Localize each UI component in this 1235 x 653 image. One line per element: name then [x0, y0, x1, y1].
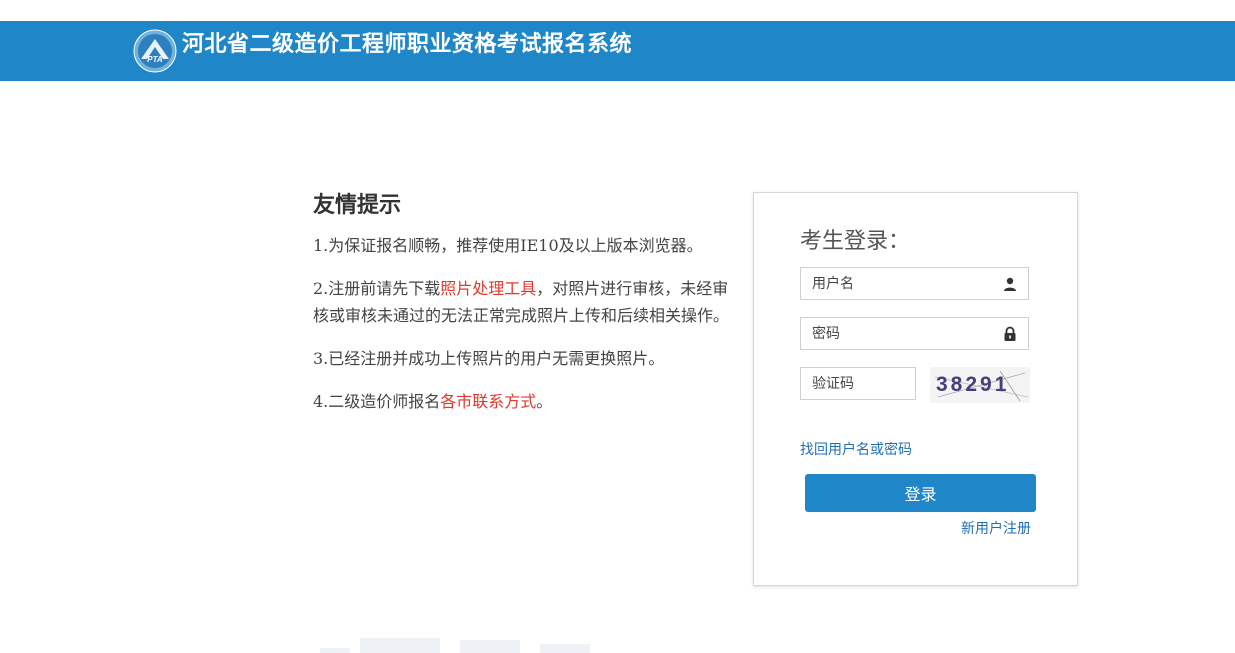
login-panel: 考生登录： 38291 找回用户名或密码 — [753, 192, 1078, 586]
register-link[interactable]: 新用户注册 — [961, 518, 1031, 538]
notice-section: 友情提示 1.为保证报名顺畅，推荐使用IE10及以上版本浏览器。 2.注册前请先… — [313, 188, 733, 431]
notice-item-4-suffix: 。 — [536, 392, 553, 411]
notice-title: 友情提示 — [313, 192, 402, 218]
pta-logo-icon: PTA — [133, 29, 177, 73]
login-title: 考生登录： — [800, 229, 911, 254]
login-button[interactable]: 登录 — [805, 474, 1036, 512]
forgot-credentials-link[interactable]: 找回用户名或密码 — [800, 439, 912, 459]
captcha-input[interactable] — [801, 368, 912, 399]
user-icon — [1004, 277, 1016, 291]
captcha-field — [800, 367, 916, 400]
username-field — [800, 267, 1029, 300]
notice-item-4-prefix: 4.二级造价师报名 — [313, 392, 441, 411]
notice-item-2: 2.注册前请先下载照片处理工具，对照片进行审核，未经审核或审核未通过的无法正常完… — [313, 275, 733, 329]
username-input[interactable] — [801, 268, 992, 299]
photo-tool-link[interactable]: 照片处理工具 — [440, 279, 536, 298]
notice-item-4: 4.二级造价师报名各市联系方式。 — [313, 388, 733, 415]
password-field — [800, 317, 1029, 350]
city-contacts-link[interactable]: 各市联系方式 — [440, 392, 536, 411]
top-banner: PTA 河北省二级造价工程师职业资格考试报名系统 — [0, 21, 1235, 81]
site-title: 河北省二级造价工程师职业资格考试报名系统 — [182, 31, 633, 57]
captcha-code: 38291 — [936, 373, 1009, 396]
logo-text: PTA — [147, 55, 163, 64]
login-page: PTA 河北省二级造价工程师职业资格考试报名系统 友情提示 1.为保证报名顺畅，… — [0, 0, 1235, 653]
notice-item-2-prefix: 2.注册前请先下载 — [313, 279, 441, 298]
notice-item-1: 1.为保证报名顺畅，推荐使用IE10及以上版本浏览器。 — [313, 236, 703, 255]
password-input[interactable] — [801, 318, 992, 349]
notice-item-3: 3.已经注册并成功上传照片的用户无需更换照片。 — [313, 349, 665, 368]
lock-icon — [1004, 326, 1016, 341]
background-map-decoration — [320, 638, 590, 653]
captcha-image[interactable]: 38291 — [930, 367, 1030, 403]
